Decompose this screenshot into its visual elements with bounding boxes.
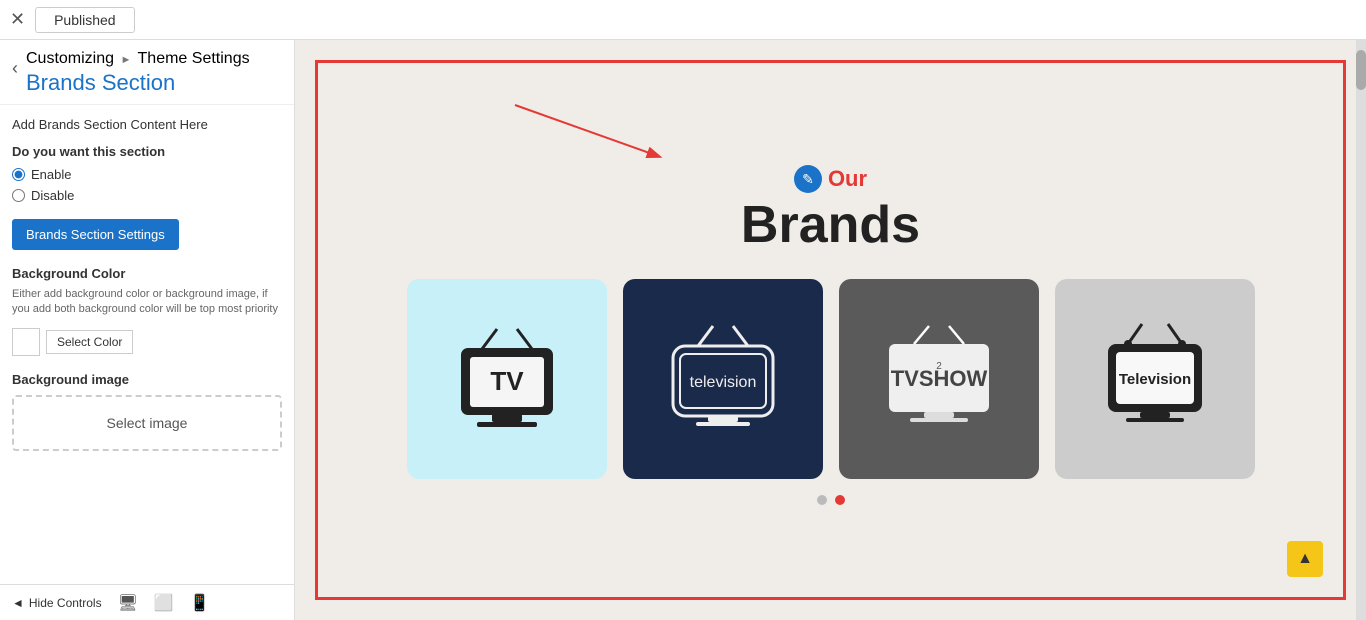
tablet-icon[interactable]: ⬜ (154, 593, 174, 613)
close-icon[interactable]: ✕ (10, 9, 25, 30)
tv-icon-3: 2 TVSHOW (874, 314, 1004, 444)
breadcrumb: Customizing ► Theme Settings Brands Sect… (26, 50, 250, 96)
color-picker-row: Select Color (12, 328, 282, 356)
carousel-dot-2[interactable] (835, 495, 845, 505)
bg-color-heading: Background Color (12, 266, 282, 281)
hide-controls-label: Hide Controls (29, 596, 102, 610)
svg-text:TVSHOW: TVSHOW (890, 366, 987, 391)
brand-card-1: TV (407, 279, 607, 479)
sidebar: ‹ Customizing ► Theme Settings Brands Se… (0, 40, 295, 620)
sidebar-content: Add Brands Section Content Here Do you w… (0, 105, 294, 584)
enable-radio[interactable] (12, 168, 25, 181)
select-image-area[interactable]: Select image (12, 395, 282, 451)
our-text: Our (828, 166, 867, 192)
top-bar: ✕ Published (0, 0, 1366, 40)
back-button[interactable]: ‹ (12, 58, 18, 79)
select-image-label: Select image (107, 415, 188, 431)
pencil-icon: ✎ (802, 171, 814, 188)
carousel-dots (817, 495, 845, 505)
section-title: Brands Section (26, 70, 250, 96)
preview-area: ✎ Our Brands (295, 40, 1366, 620)
bg-image-heading: Background image (12, 372, 282, 387)
scroll-thumb[interactable] (1356, 50, 1366, 90)
edit-icon: ✎ (794, 165, 822, 193)
right-scrollbar[interactable] (1356, 40, 1366, 620)
svg-text:TV: TV (490, 366, 524, 396)
brands-grid: TV (407, 279, 1255, 479)
brands-title: Brands (741, 197, 920, 254)
color-swatch[interactable] (12, 328, 40, 356)
brand-card-3: 2 TVSHOW (839, 279, 1039, 479)
bg-color-description: Either add background color or backgroun… (12, 287, 282, 318)
tv-icon-1: TV (442, 314, 572, 444)
arrow-left-icon: ◄ (12, 596, 24, 610)
preview-box: ✎ Our Brands (315, 60, 1346, 600)
hide-controls-button[interactable]: ◄ Hide Controls (12, 596, 102, 610)
enable-label: Enable (31, 167, 71, 182)
breadcrumb-theme-settings: Theme Settings (138, 50, 250, 67)
select-color-button[interactable]: Select Color (46, 330, 133, 354)
brands-heading: ✎ Our Brands (741, 165, 920, 254)
disable-radio-label[interactable]: Disable (12, 188, 282, 203)
brand-card-2: television (623, 279, 823, 479)
scroll-top-button[interactable]: ▲ (1287, 541, 1323, 577)
sidebar-footer: ◄ Hide Controls 🖥 ⬜ 📱 (0, 584, 294, 620)
section-question: Do you want this section (12, 144, 282, 159)
add-content-label: Add Brands Section Content Here (12, 117, 282, 132)
disable-radio[interactable] (12, 189, 25, 202)
breadcrumb-separator: ► (120, 54, 131, 66)
carousel-dot-1[interactable] (817, 495, 827, 505)
enable-radio-label[interactable]: Enable (12, 167, 282, 182)
disable-label: Disable (31, 188, 74, 203)
breadcrumb-customizing: Customizing (26, 50, 114, 67)
svg-text:television: television (689, 374, 756, 391)
radio-group: Enable Disable (12, 167, 282, 203)
main-layout: ‹ Customizing ► Theme Settings Brands Se… (0, 40, 1366, 620)
sidebar-header: ‹ Customizing ► Theme Settings Brands Se… (0, 40, 294, 105)
tv-icon-4: Television (1090, 314, 1220, 444)
desktop-icon[interactable]: 🖥 (118, 593, 138, 613)
published-button[interactable]: Published (35, 7, 135, 33)
brands-section-settings-button[interactable]: Brands Section Settings (12, 219, 179, 250)
svg-text:Television: Television (1118, 371, 1190, 388)
brand-card-4: Television (1055, 279, 1255, 479)
tv-icon-2: television (658, 314, 788, 444)
our-label-row: ✎ Our (741, 165, 920, 193)
mobile-icon[interactable]: 📱 (190, 593, 210, 613)
